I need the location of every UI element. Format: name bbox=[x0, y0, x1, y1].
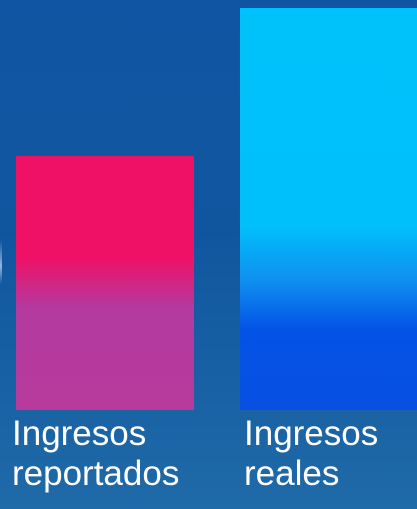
category-label-ingresos-reportados: Ingresos reportados bbox=[12, 414, 179, 494]
category-label-line: reales bbox=[244, 454, 340, 493]
category-label-line: Ingresos bbox=[244, 414, 379, 453]
category-label-line: Ingresos bbox=[12, 414, 147, 453]
bar-ingresos-reportados bbox=[16, 156, 194, 410]
axis-tick bbox=[0, 240, 2, 284]
category-label-line: reportados bbox=[12, 454, 180, 493]
category-label-ingresos-reales: Ingresos reales bbox=[244, 414, 378, 494]
bar-ingresos-reales bbox=[240, 8, 417, 410]
bar-chart: Ingresos reportados Ingresos reales bbox=[0, 0, 417, 509]
